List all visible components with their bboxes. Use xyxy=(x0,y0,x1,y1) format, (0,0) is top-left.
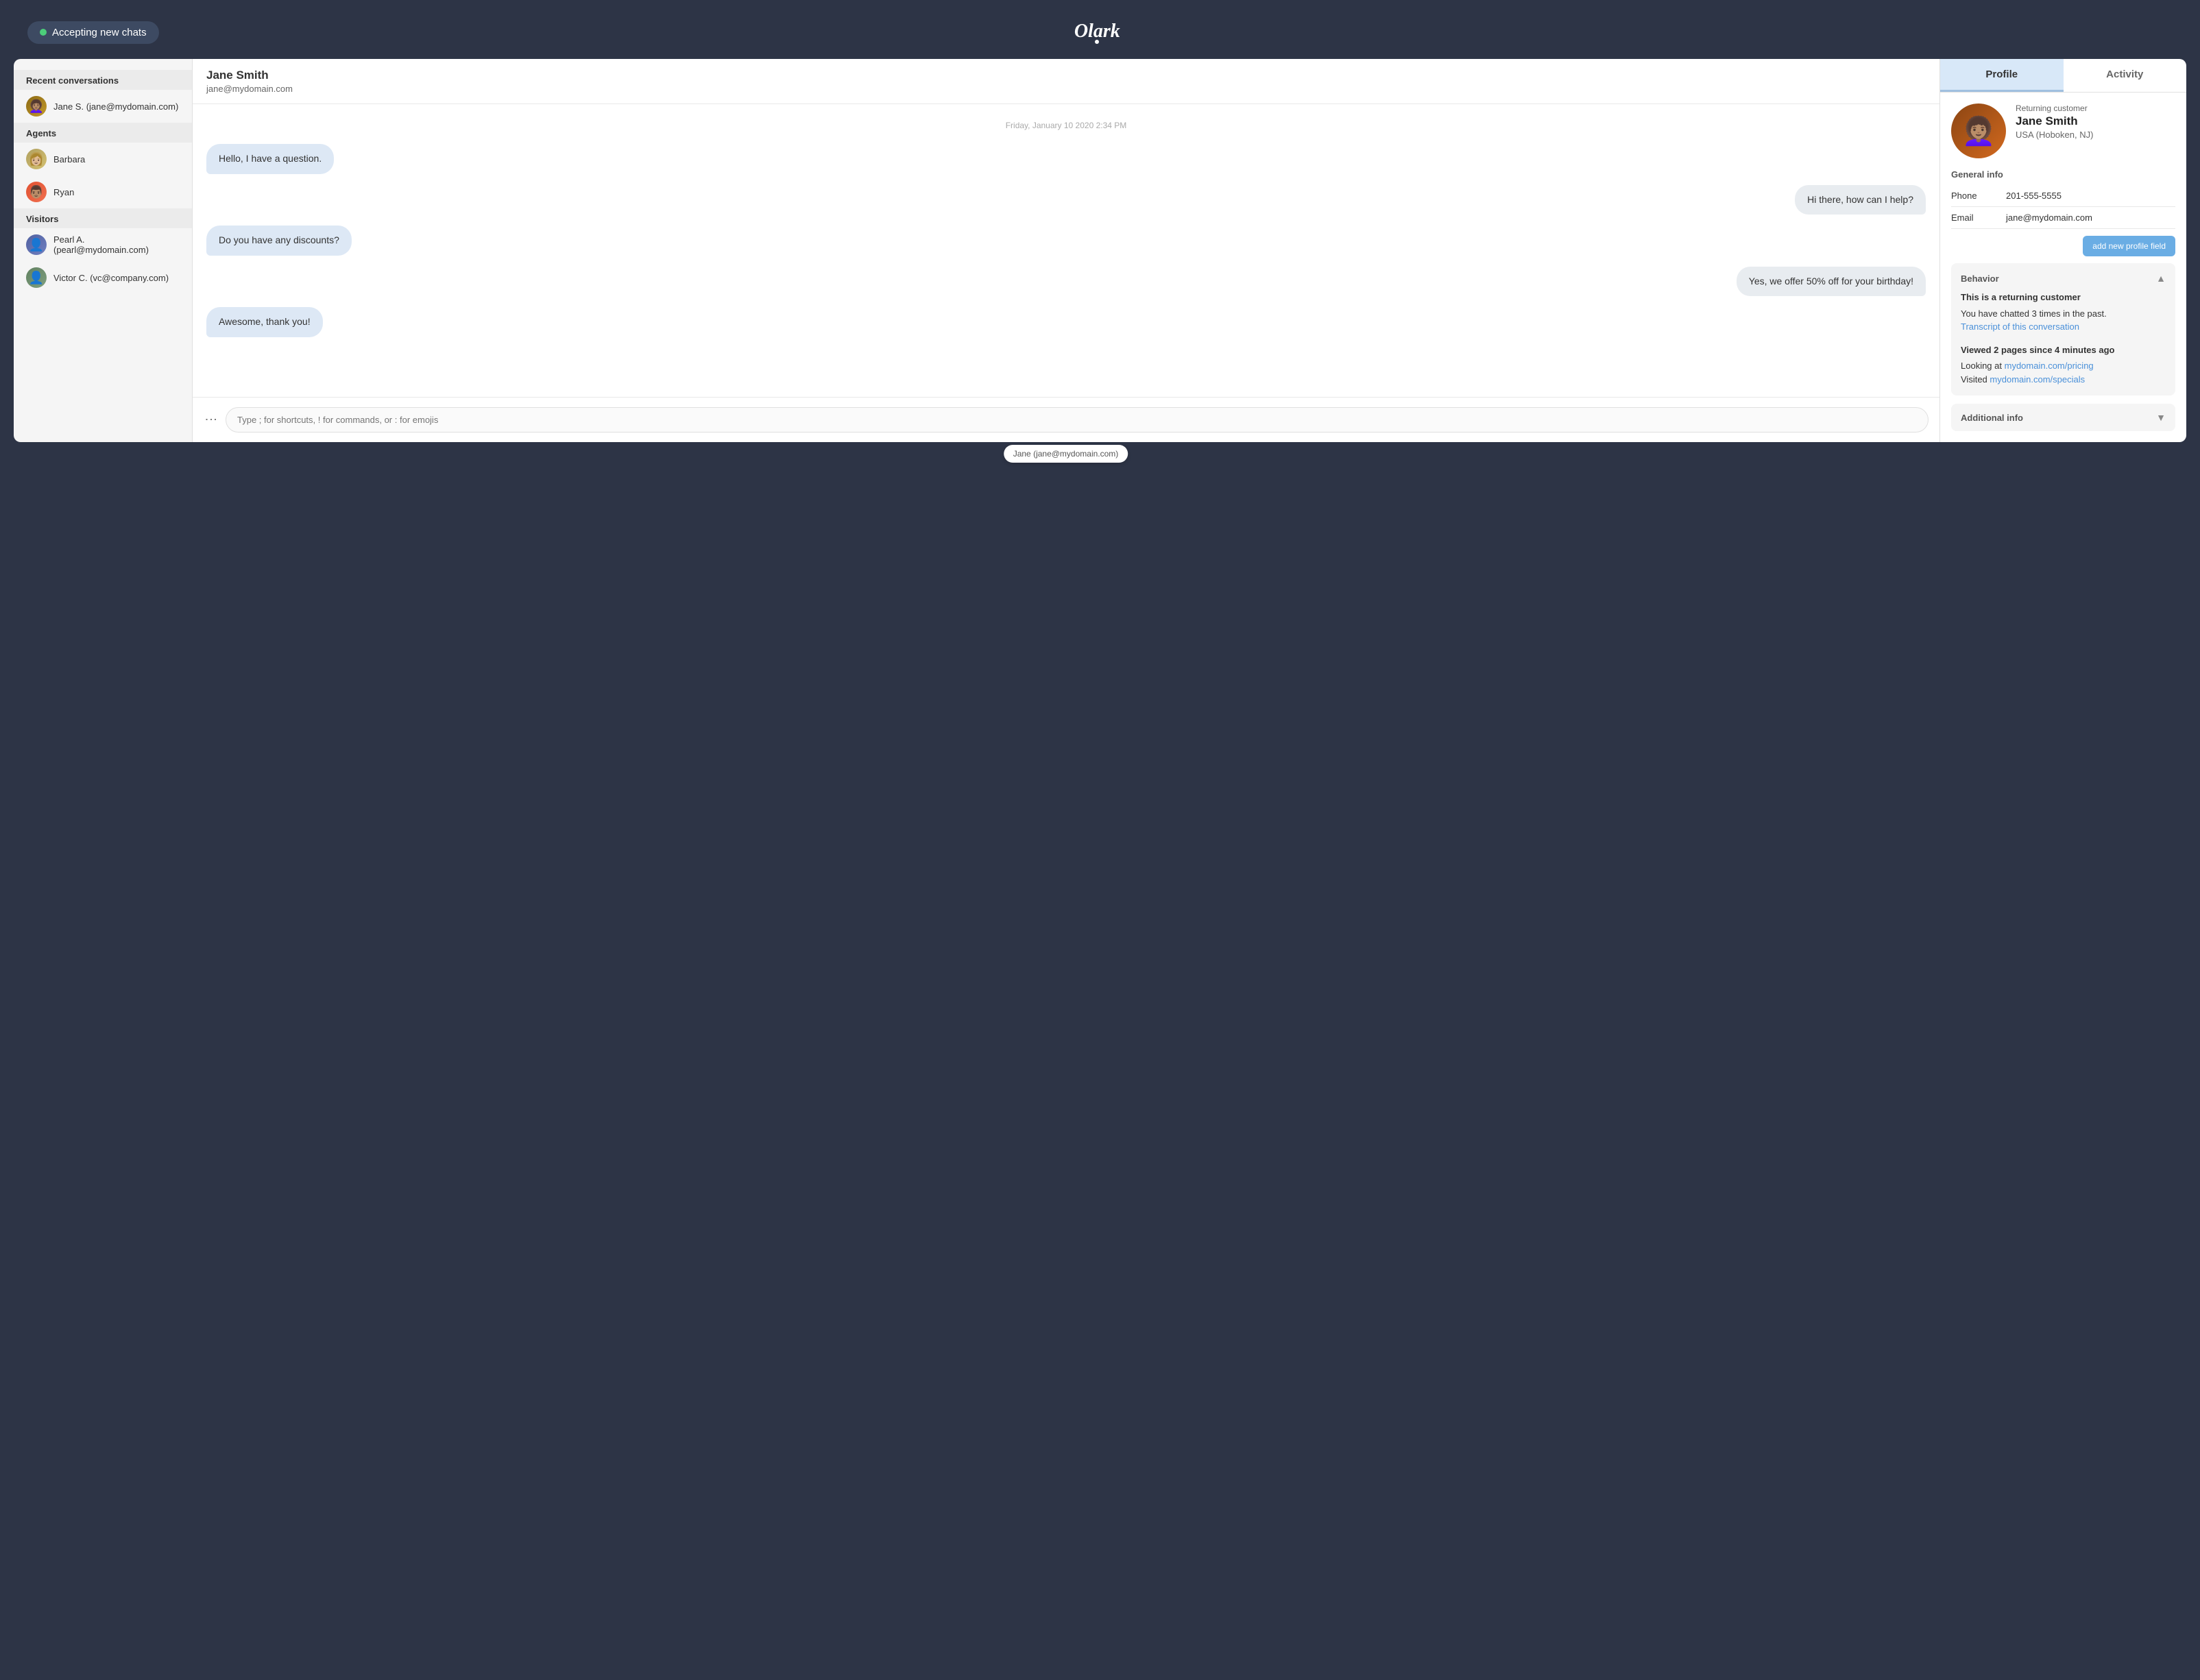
behavior-text1: You have chatted 3 times in the past. xyxy=(1961,307,2166,321)
behavior-header: Behavior ▲ xyxy=(1961,273,2166,284)
message-2: Hi there, how can I help? xyxy=(1795,185,1926,215)
panel-content: Returning customer Jane Smith USA (Hobok… xyxy=(1940,93,2186,442)
jane-avatar-face xyxy=(29,99,44,114)
profile-name: Jane Smith xyxy=(2016,114,2175,128)
behavior-collapse-icon[interactable]: ▲ xyxy=(2156,273,2166,284)
message-1: Hello, I have a question. xyxy=(206,144,334,174)
sidebar-item-barbara[interactable]: Barbara xyxy=(14,143,192,175)
chat-messages: Friday, January 10 2020 2:34 PM Hello, I… xyxy=(193,104,1939,397)
victor-label: Victor C. (vc@company.com) xyxy=(53,273,169,283)
behavior-pages-bold: Viewed 2 pages since 4 minutes ago xyxy=(1961,343,2166,357)
behavior-body: This is a returning customer You have ch… xyxy=(1961,291,2166,386)
accepting-badge[interactable]: Accepting new chats xyxy=(27,21,159,44)
additional-info-title: Additional info xyxy=(1961,413,2023,423)
sidebar-item-jane[interactable]: Jane S. (jane@mydomain.com) xyxy=(14,90,192,123)
status-dot xyxy=(40,29,47,36)
pearl-label: Pearl A. (pearl@mydomain.com) xyxy=(53,234,180,255)
sidebar: Recent conversations Jane S. (jane@mydom… xyxy=(14,59,192,442)
message-5: Awesome, thank you! xyxy=(206,307,323,337)
phone-row: Phone 201-555-5555 xyxy=(1951,185,2175,207)
avatar-barbara xyxy=(26,149,47,169)
chat-header: Jane Smith jane@mydomain.com xyxy=(193,59,1939,104)
additional-info-expand-icon: ▼ xyxy=(2156,412,2166,423)
agents-title: Agents xyxy=(14,123,192,143)
behavior-text2: Transcript of this conversation xyxy=(1961,320,2166,334)
options-icon[interactable]: ⋮ xyxy=(204,413,219,426)
avatar-ryan xyxy=(26,182,47,202)
footer-badge: Jane (jane@mydomain.com) xyxy=(1004,445,1128,463)
returning-label: Returning customer xyxy=(2016,104,2175,113)
pearl-avatar-face xyxy=(29,238,44,252)
add-profile-field-button[interactable]: add new profile field xyxy=(2083,236,2175,256)
behavior-section: Behavior ▲ This is a returning customer … xyxy=(1951,263,2175,395)
avatar-large xyxy=(1951,104,2006,158)
chat-input[interactable] xyxy=(226,407,1929,433)
avatar-pearl xyxy=(26,234,47,255)
profile-header: Returning customer Jane Smith USA (Hobok… xyxy=(1951,104,2175,158)
looking-link[interactable]: mydomain.com/pricing xyxy=(2005,361,2094,371)
victor-avatar-face xyxy=(29,271,44,285)
profile-info-text: Returning customer Jane Smith USA (Hobok… xyxy=(2016,104,2175,140)
general-info-title: General info xyxy=(1951,169,2175,180)
message-3: Do you have any discounts? xyxy=(206,226,352,256)
sidebar-item-victor[interactable]: Victor C. (vc@company.com) xyxy=(14,261,192,294)
logo: Olark xyxy=(1074,21,1120,44)
avatar-victor xyxy=(26,267,47,288)
profile-location: USA (Hoboken, NJ) xyxy=(2016,130,2175,140)
avatar-jane xyxy=(26,96,47,117)
visitors-title: Visitors xyxy=(14,208,192,228)
sidebar-item-pearl[interactable]: Pearl A. (pearl@mydomain.com) xyxy=(14,228,192,261)
ryan-avatar-face xyxy=(29,185,44,199)
main-container: Recent conversations Jane S. (jane@mydom… xyxy=(14,59,2186,442)
tab-activity[interactable]: Activity xyxy=(2064,59,2187,92)
sidebar-item-ryan[interactable]: Ryan xyxy=(14,175,192,208)
phone-label: Phone xyxy=(1951,191,2006,201)
accepting-label: Accepting new chats xyxy=(52,27,147,38)
chat-input-area: ⋮ xyxy=(193,397,1939,442)
profile-avatar-face xyxy=(1961,115,1996,147)
date-divider: Friday, January 10 2020 2:34 PM xyxy=(206,121,1926,130)
behavior-title: Behavior xyxy=(1961,273,1999,284)
visited-link[interactable]: mydomain.com/specials xyxy=(1990,374,2085,385)
message-4: Yes, we offer 50% off for your birthday! xyxy=(1737,267,1926,297)
email-value: jane@mydomain.com xyxy=(2006,212,2175,223)
behavior-pages-section: Viewed 2 pages since 4 minutes ago Looki… xyxy=(1961,343,2166,387)
chat-area: Jane Smith jane@mydomain.com Friday, Jan… xyxy=(192,59,1939,442)
email-label: Email xyxy=(1951,212,2006,223)
right-panel: Profile Activity Returning customer Jane… xyxy=(1939,59,2186,442)
recent-conversations-title: Recent conversations xyxy=(14,70,192,90)
chat-contact-email: jane@mydomain.com xyxy=(206,84,1926,94)
barbara-label: Barbara xyxy=(53,154,85,165)
tab-profile[interactable]: Profile xyxy=(1940,59,2064,92)
jane-label: Jane S. (jane@mydomain.com) xyxy=(53,101,178,112)
behavior-visited-row: Visited mydomain.com/specials xyxy=(1961,373,2166,387)
chat-wrapper: Jane Smith jane@mydomain.com Friday, Jan… xyxy=(192,59,1939,442)
phone-value: 201-555-5555 xyxy=(2006,191,2175,201)
visited-label: Visited xyxy=(1961,374,1990,385)
transcript-link[interactable]: Transcript of this conversation xyxy=(1961,321,2079,332)
email-row: Email jane@mydomain.com xyxy=(1951,207,2175,229)
top-bar: Accepting new chats Olark xyxy=(14,14,2186,51)
looking-label: Looking at xyxy=(1961,361,2005,371)
panel-tabs: Profile Activity xyxy=(1940,59,2186,93)
additional-info-section[interactable]: Additional info ▼ xyxy=(1951,404,2175,431)
barbara-avatar-face xyxy=(29,152,44,167)
behavior-looking-row: Looking at mydomain.com/pricing xyxy=(1961,359,2166,373)
behavior-bold-text: This is a returning customer xyxy=(1961,291,2166,304)
ryan-label: Ryan xyxy=(53,187,74,197)
chat-contact-name: Jane Smith xyxy=(206,69,1926,82)
